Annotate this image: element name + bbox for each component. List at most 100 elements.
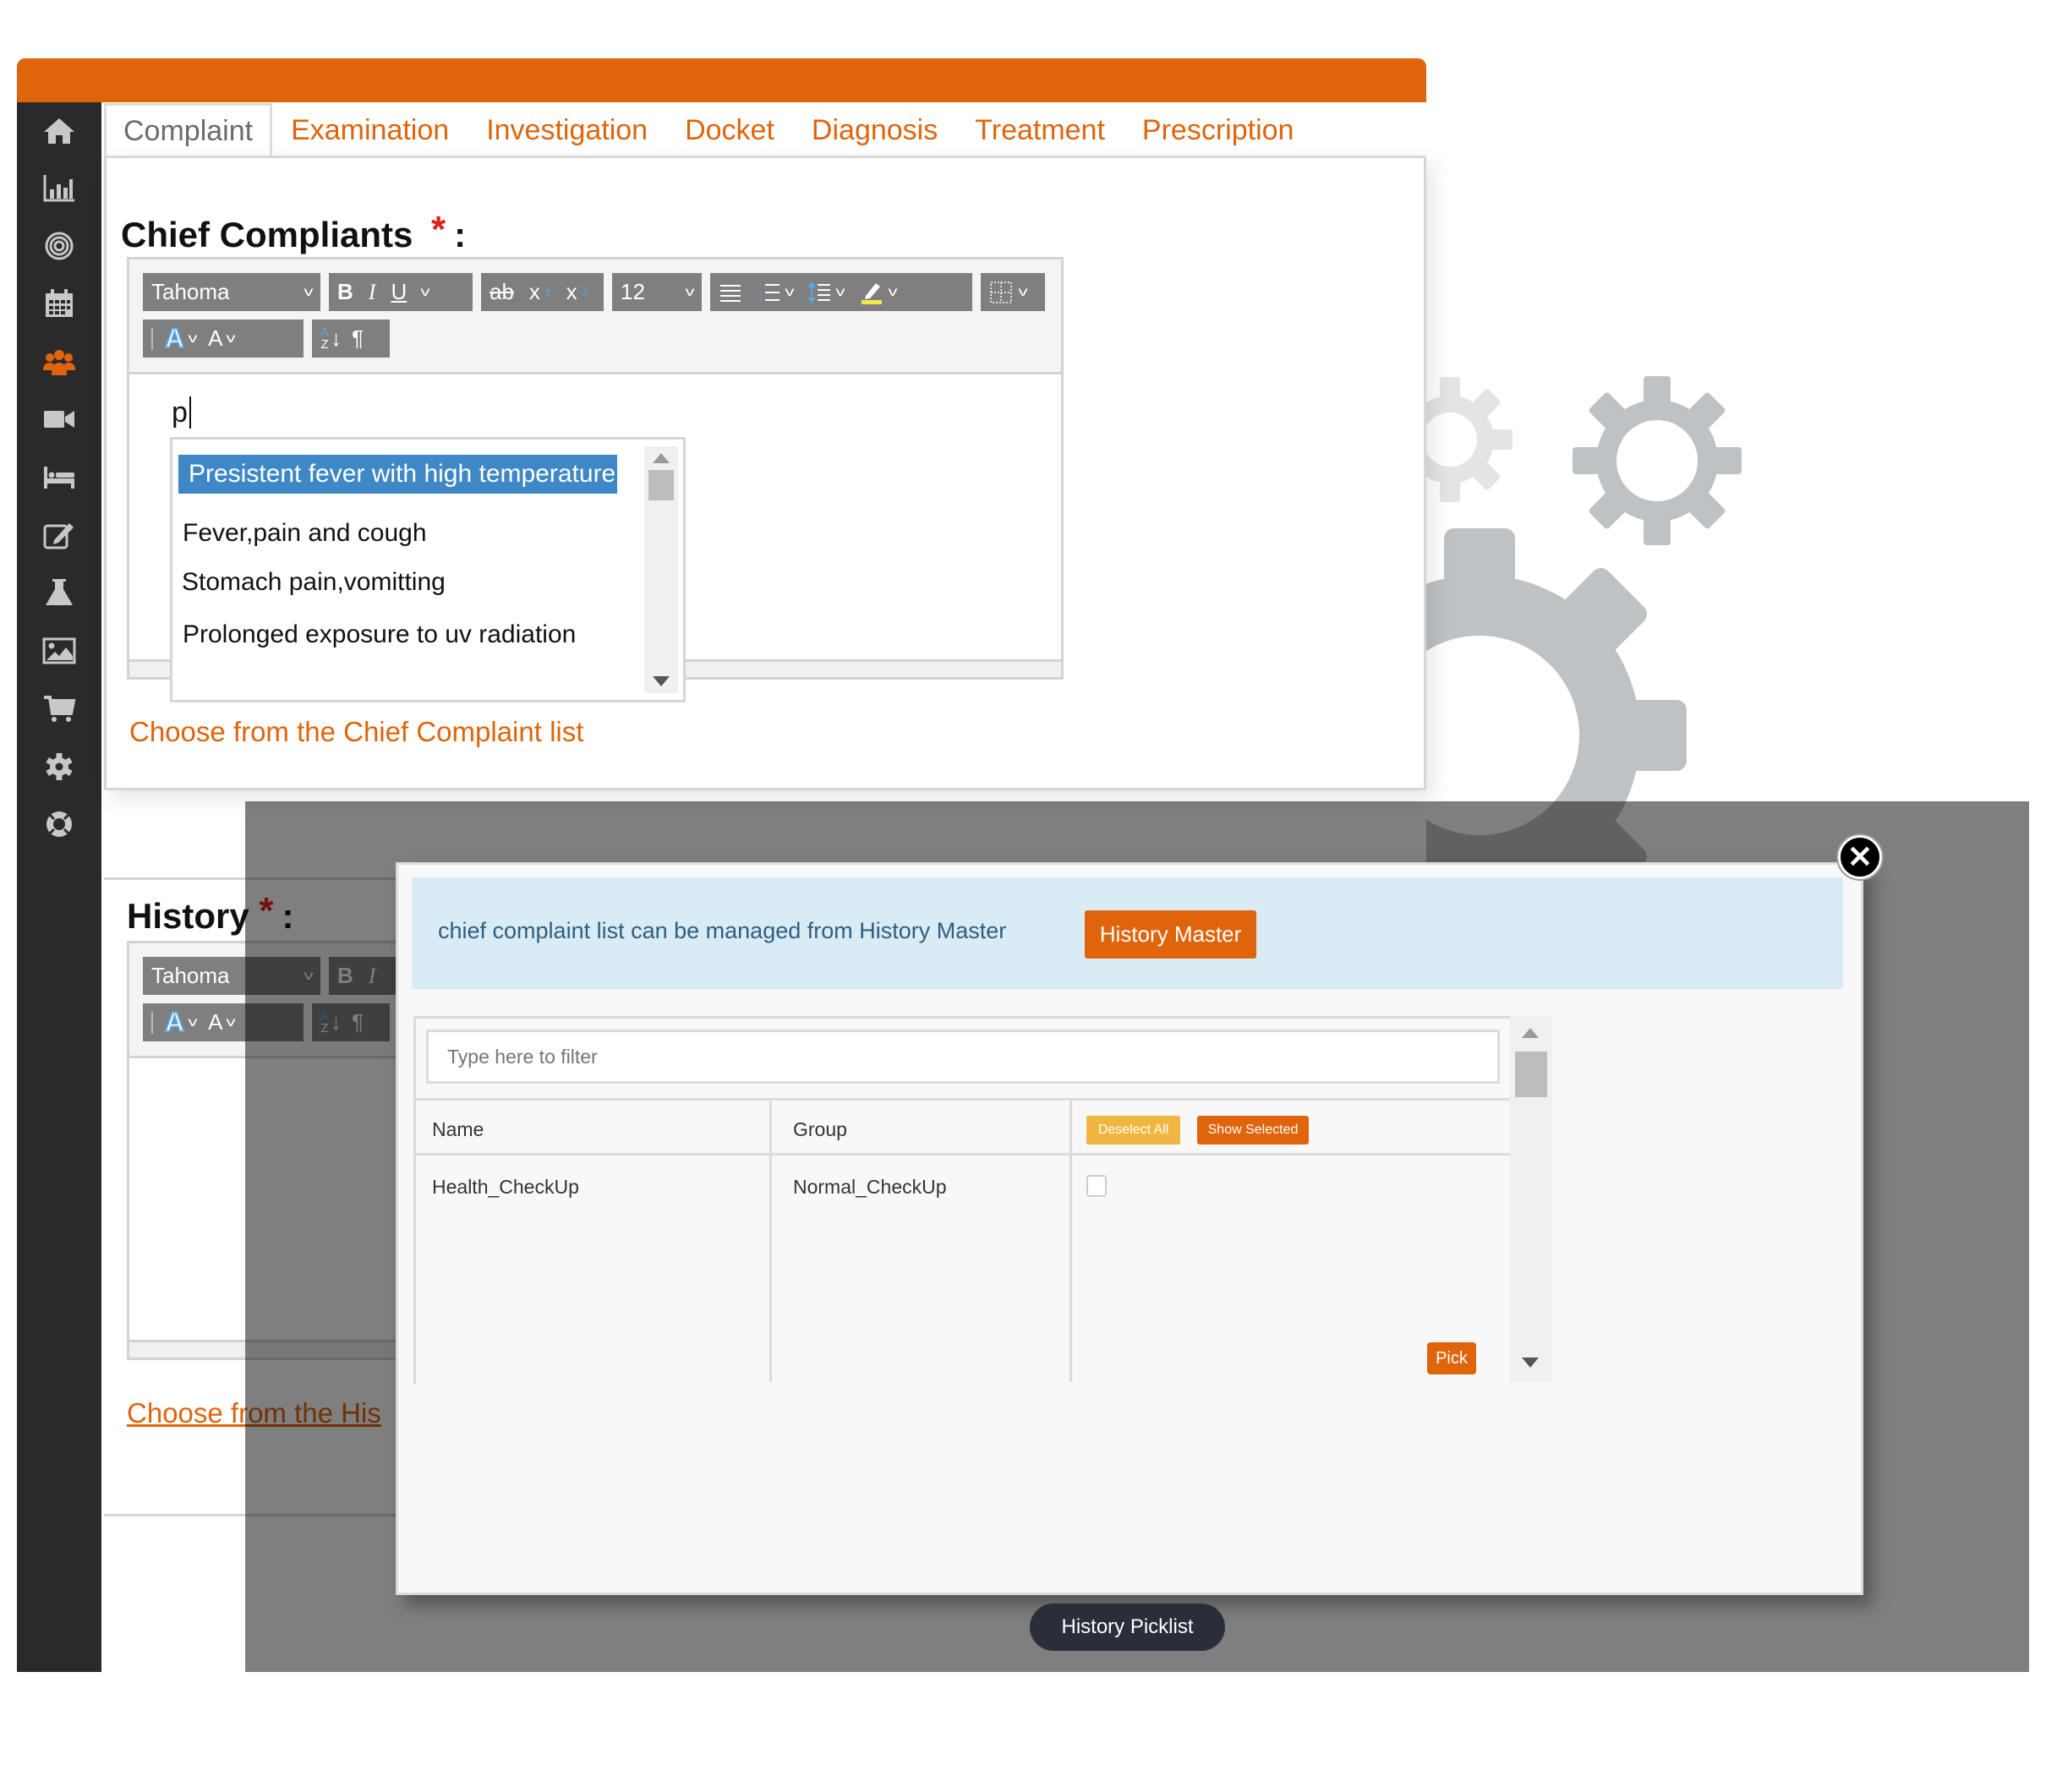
row-checkbox[interactable] [1086,1175,1107,1197]
chevron-down-icon: v [785,284,795,299]
font-family-value: Tahoma [151,279,230,304]
close-modal-button[interactable]: ✕ [1838,835,1882,879]
pilcrow-button[interactable]: ¶ [352,325,364,352]
typed-text: p [172,396,188,429]
font-color-button[interactable]: Av [164,1006,198,1038]
suggestion-item[interactable]: Stomach pain,vomitting [182,568,446,597]
background-color-icon: A [208,325,223,351]
lifebuoy-icon[interactable] [17,807,101,841]
tab-docket[interactable]: Docket [666,105,793,156]
tab-diagnosis[interactable]: Diagnosis [793,105,956,156]
show-selected-button[interactable]: Show Selected [1197,1116,1309,1145]
subscript-button[interactable]: x2 [529,279,551,305]
font-family-value: Tahoma [151,963,230,988]
highlight-icon[interactable]: v [859,281,898,304]
bar-chart-icon[interactable] [17,171,101,205]
font-size-value: 12 [621,279,645,304]
format-group: B I U v [329,273,473,311]
font-color-button[interactable]: Av [164,322,198,354]
target-icon[interactable] [17,229,101,263]
chevron-down-icon: v [685,284,695,299]
tab-prescription[interactable]: Prescription [1124,105,1313,156]
bed-icon[interactable] [17,460,101,494]
color-group: Av Av [143,320,304,358]
font-size-select[interactable]: 12 v [612,273,702,311]
users-icon[interactable] [17,345,101,379]
underline-button[interactable]: U [391,279,407,305]
superscript-button[interactable]: x2 [566,279,588,305]
top-header-bar [17,58,1426,102]
history-master-button[interactable]: History Master [1085,910,1256,959]
font-family-select[interactable]: Tahoma v [143,273,320,311]
scrollbar-thumb[interactable] [648,470,674,500]
tab-complaint[interactable]: Complaint [104,103,273,156]
table-button[interactable]: v [981,273,1045,311]
numbered-list-icon[interactable]: 1 23 v [758,281,795,303]
background-color-button[interactable]: Av [208,1009,237,1035]
svg-text:1: 1 [758,283,762,289]
sort-arrow-icon: ↓ [331,325,342,351]
cart-icon[interactable] [17,691,101,725]
scroll-down-icon[interactable] [1522,1358,1539,1368]
sidebar [17,102,101,1672]
background-color-icon: A [208,1009,223,1035]
flask-icon[interactable] [17,576,101,609]
column-divider [769,1098,772,1382]
scrollbar-thumb[interactable] [1515,1052,1547,1097]
row-group-cell: Normal_CheckUp [793,1176,947,1198]
pick-button[interactable]: Pick [1427,1342,1476,1374]
row-name-cell: Health_CheckUp [432,1176,579,1198]
heading-colon: : [454,215,467,254]
editor-toolbar-row-1: Tahoma v B I U v ab x2 x2 12 v 123 v v v… [143,273,1045,311]
suggestion-item[interactable]: Fever,pain and cough [183,519,427,548]
table-scrollbar[interactable] [1510,1016,1552,1382]
font-color-icon: A [164,322,185,354]
divider [413,1098,1510,1101]
required-asterisk: * [431,209,446,250]
image-icon[interactable] [17,634,101,668]
strikethrough-button[interactable]: ab [490,279,514,305]
deselect-all-button[interactable]: Deselect All [1086,1116,1180,1145]
misc-group: AZ ↓ ¶ [312,320,390,358]
paragraph-group: 1 23 v v v [710,273,972,311]
superscript-2: 2 [582,286,588,298]
italic-button[interactable]: I [369,280,376,305]
chevron-down-icon: v [188,331,198,346]
scroll-up-icon[interactable] [653,453,670,463]
gear-icon[interactable] [17,750,101,784]
filter-input[interactable] [426,1030,1500,1084]
column-header-group[interactable]: Group [793,1118,847,1141]
table-icon [990,281,1012,303]
bold-button[interactable]: B [337,279,353,305]
align-justify-icon[interactable] [719,282,742,303]
text-cursor [189,396,191,429]
gear-decoration-medium-icon [1573,376,1742,545]
column-header-name[interactable]: Name [432,1118,484,1141]
toolbar-separator [151,1011,153,1034]
editor-toolbar-row-2: Av Av AZ ↓ ¶ [143,320,390,358]
scroll-down-icon[interactable] [653,676,670,686]
home-icon[interactable] [17,113,101,147]
choose-chief-complaint-link[interactable]: Choose from the Chief Complaint list [129,716,583,748]
tab-investigation[interactable]: Investigation [468,105,666,156]
edit-icon[interactable] [17,518,101,552]
editor-text: p [172,396,191,429]
svg-text:3: 3 [758,298,762,303]
toolbar-separator [151,327,153,350]
chevron-down-icon: v [226,1014,237,1030]
line-height-icon[interactable]: v [808,281,845,303]
background-color-button[interactable]: Av [208,325,237,352]
chevron-down-icon: v [304,284,314,299]
tab-examination[interactable]: Examination [272,105,468,156]
chevron-down-icon: v [226,331,237,346]
scroll-up-icon[interactable] [1522,1028,1539,1038]
tab-treatment[interactable]: Treatment [956,105,1124,156]
suggestion-item[interactable]: Presistent fever with high temperature [178,455,617,494]
chevron-down-icon[interactable]: v [421,285,430,300]
autocomplete-dropdown: Presistent fever with high temperature F… [170,437,686,702]
sort-button[interactable]: AZ [320,326,329,351]
dropdown-scrollbar[interactable] [644,446,678,693]
calendar-icon[interactable] [17,287,101,320]
video-camera-icon[interactable] [17,402,101,436]
suggestion-item[interactable]: Prolonged exposure to uv radiation [183,620,576,649]
